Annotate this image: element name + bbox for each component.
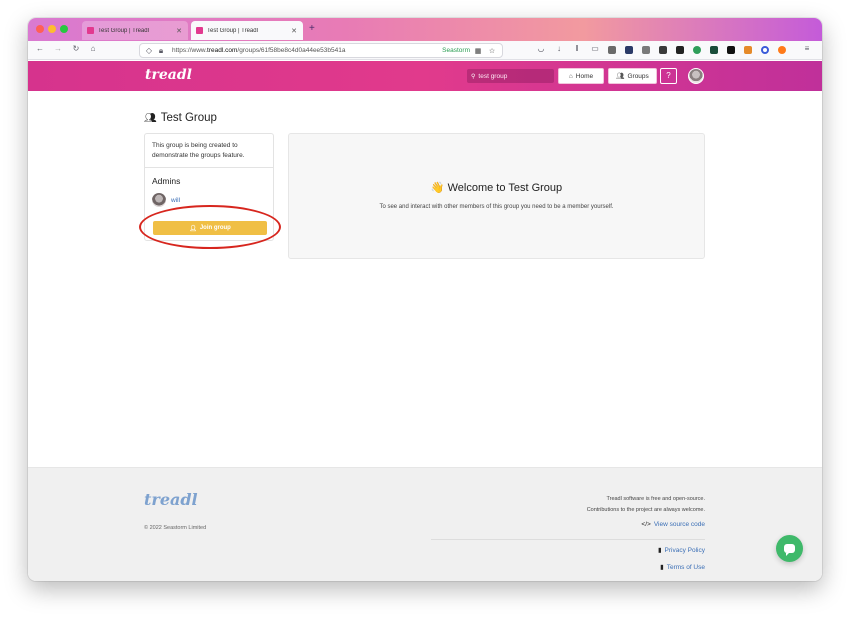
group-description: This group is being created to demonstra… xyxy=(152,142,245,159)
maximize-window-button[interactable] xyxy=(60,25,68,33)
tab-title: Test Group | Treadl xyxy=(207,27,258,34)
back-icon[interactable]: ← xyxy=(35,44,45,53)
extension-8-icon[interactable] xyxy=(727,46,735,54)
footer-logo[interactable]: treadl xyxy=(144,490,198,509)
pocket-icon[interactable]: ◡ xyxy=(536,44,546,53)
privacy-policy-label: Privacy Policy xyxy=(664,546,705,554)
extension-1-icon[interactable] xyxy=(608,46,616,54)
home-button-label: Home xyxy=(575,72,594,80)
forward-icon[interactable]: → xyxy=(53,44,63,53)
group-title-text: Test Group xyxy=(160,112,217,124)
page-title: 👥︎ Test Group xyxy=(144,112,217,124)
lock-icon[interactable]: 🔒︎ xyxy=(156,46,166,56)
treadl-favicon-icon xyxy=(196,27,203,34)
search-input[interactable]: ⚲ test group xyxy=(467,69,554,83)
book-icon: ▮ xyxy=(657,547,662,554)
browser-toolbar: ← → ↻ ⌂ ◇ 🔒︎ https://www.treadl.com/grou… xyxy=(28,41,822,60)
view-source-link[interactable]: </> View source code xyxy=(641,521,705,528)
treadl-favicon-icon xyxy=(87,27,94,34)
extension-5-icon[interactable] xyxy=(676,46,684,54)
welcome-heading-text: Welcome to Test Group xyxy=(447,182,563,194)
qr-code-icon[interactable]: ▦ xyxy=(474,47,482,55)
footer-divider xyxy=(431,539,705,540)
welcome-panel: 👋 Welcome to Test Group To see and inter… xyxy=(288,133,705,259)
book-icon: ▮ xyxy=(660,564,664,571)
url-text: https://www.treadl.com/groups/61f58be8c4… xyxy=(172,47,442,54)
admin-item[interactable]: will xyxy=(152,193,180,207)
main-content: 👥︎ Test Group This group is being create… xyxy=(28,91,822,467)
url-host: treadl.com xyxy=(207,47,238,54)
terms-of-use-link[interactable]: ▮ Terms of Use xyxy=(660,563,705,572)
code-icon: </> xyxy=(641,521,651,528)
reload-icon[interactable]: ↻ xyxy=(71,44,81,53)
chat-icon xyxy=(784,544,795,556)
shield-icon[interactable]: ◇ xyxy=(144,46,154,55)
terms-of-use-label: Terms of Use xyxy=(666,563,705,571)
browser-tab-1[interactable]: Test Group | Treadl ✕ xyxy=(82,21,188,40)
tab-title: Test Group | Treadl xyxy=(98,27,149,34)
site-header: treadl ⚲ test group ⌂ Home 👥︎ Groups ? xyxy=(28,61,822,91)
library-icon[interactable]: ‖ xyxy=(572,44,582,53)
extension-2-icon[interactable] xyxy=(625,46,633,54)
annotation-highlight-ring xyxy=(139,205,281,249)
admins-heading: Admins xyxy=(152,176,181,186)
new-tab-icon[interactable]: + xyxy=(309,23,315,34)
extension-9-icon[interactable] xyxy=(744,46,752,54)
users-icon: 👥︎ xyxy=(616,73,625,80)
search-icon: ⚲ xyxy=(471,73,476,80)
groups-button-label: Groups xyxy=(627,72,649,80)
divider xyxy=(145,167,273,168)
privacy-policy-link[interactable]: ▮ Privacy Policy xyxy=(657,546,705,555)
copyright-text: © 2022 Seastorm Limited xyxy=(144,525,207,531)
close-tab-icon[interactable]: ✕ xyxy=(174,27,184,35)
tab-bar: Test Group | Treadl ✕ Test Group | Tread… xyxy=(28,18,822,41)
home-button[interactable]: ⌂ Home xyxy=(558,68,604,84)
home-icon: ⌂ xyxy=(568,72,573,80)
admin-name-link[interactable]: will xyxy=(171,197,180,204)
container-badge[interactable]: Seastorm xyxy=(442,47,470,54)
wave-icon: 👋 xyxy=(430,182,445,194)
extension-7-icon[interactable] xyxy=(710,46,718,54)
view-source-label: View source code xyxy=(653,521,705,528)
sidebar-icon[interactable]: ▭ xyxy=(590,44,600,53)
welcome-message: To see and interact with other members o… xyxy=(379,204,614,210)
address-bar[interactable]: ◇ 🔒︎ https://www.treadl.com/groups/61f58… xyxy=(139,43,503,58)
url-path: /groups/61f58be8c4d0a44ee53b541a xyxy=(237,47,346,54)
footer-text-line-2: Contributions to the project are always … xyxy=(586,507,705,513)
extension-4-icon[interactable] xyxy=(659,46,667,54)
site-footer: treadl © 2022 Seastorm Limited Treadl so… xyxy=(28,467,822,581)
extension-3-icon[interactable] xyxy=(642,46,650,54)
minimize-window-button[interactable] xyxy=(48,25,56,33)
url-prefix: https://www. xyxy=(172,47,208,54)
downloads-icon[interactable]: ↓ xyxy=(554,44,564,53)
browser-window: Test Group | Treadl ✕ Test Group | Tread… xyxy=(28,18,822,581)
home-icon[interactable]: ⌂ xyxy=(88,44,98,53)
menu-icon[interactable]: ≡ xyxy=(802,44,812,53)
help-button[interactable]: ? xyxy=(660,68,677,84)
avatar xyxy=(152,193,166,207)
groups-button[interactable]: 👥︎ Groups xyxy=(608,68,657,84)
footer-text-line-1: Treadl software is free and open-source. xyxy=(606,496,705,502)
bookmark-star-icon[interactable]: ☆ xyxy=(488,47,496,55)
user-avatar[interactable] xyxy=(688,68,704,84)
treadl-logo[interactable]: treadl xyxy=(145,67,192,83)
search-value: test group xyxy=(478,72,508,80)
welcome-heading: 👋 Welcome to Test Group xyxy=(289,181,704,194)
users-icon: 👥︎ xyxy=(144,112,157,124)
chat-button[interactable] xyxy=(776,535,803,562)
close-tab-icon[interactable]: ✕ xyxy=(289,27,299,35)
extension-11-icon[interactable] xyxy=(778,46,786,54)
close-window-button[interactable] xyxy=(36,25,44,33)
extension-10-icon[interactable] xyxy=(761,46,769,54)
extension-6-icon[interactable] xyxy=(693,46,701,54)
browser-tab-2[interactable]: Test Group | Treadl ✕ xyxy=(191,21,303,40)
